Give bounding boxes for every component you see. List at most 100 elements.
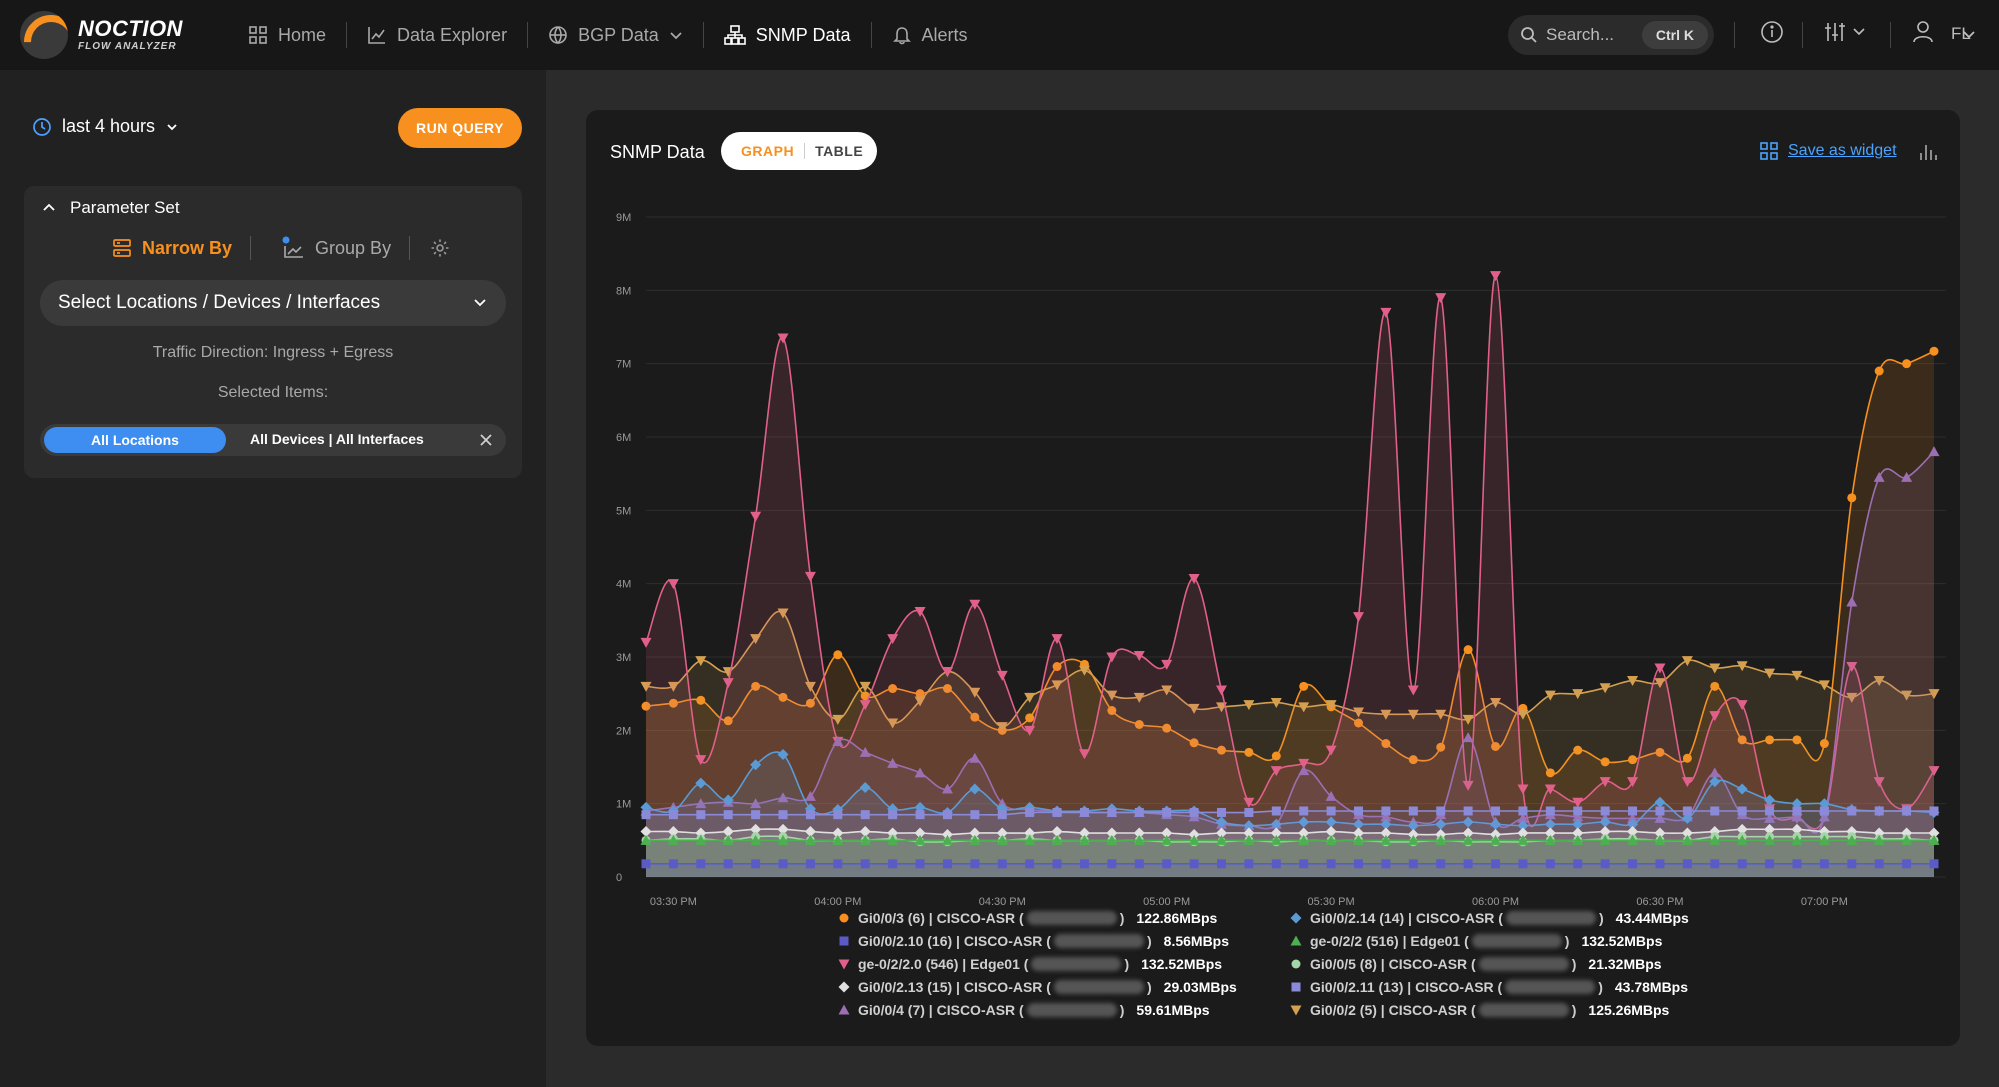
brand-logo[interactable]: NOCTION FLOW ANALYZER	[20, 11, 183, 59]
data-point[interactable]	[1052, 859, 1062, 869]
gear-icon[interactable]	[430, 238, 450, 258]
data-point[interactable]	[1216, 807, 1226, 817]
save-as-widget-link[interactable]: Save as widget	[1760, 142, 1897, 160]
data-point[interactable]	[1162, 859, 1172, 869]
data-point[interactable]	[696, 859, 706, 869]
data-point[interactable]	[1792, 806, 1802, 816]
data-point[interactable]	[1326, 859, 1336, 869]
legend-item[interactable]: ge-0/2/2 (516) | Edge01 () 132.52MBps	[1288, 933, 1662, 949]
tab-table[interactable]: TABLE	[815, 143, 863, 159]
nav-home[interactable]: Home	[228, 0, 346, 70]
data-point[interactable]	[1216, 859, 1226, 869]
data-point[interactable]	[1600, 859, 1610, 869]
data-point[interactable]	[1107, 859, 1117, 869]
data-point[interactable]	[805, 810, 815, 820]
data-point[interactable]	[1600, 806, 1610, 816]
data-point[interactable]	[1299, 806, 1309, 816]
narrow-by-tab[interactable]: Narrow By	[112, 238, 232, 259]
data-point[interactable]	[833, 650, 843, 660]
run-query-button[interactable]: RUN QUERY	[398, 108, 522, 148]
legend-item[interactable]: Gi0/0/2.14 (14) | CISCO-ASR () 43.44MBps	[1288, 910, 1689, 926]
data-point[interactable]	[888, 859, 898, 869]
data-point[interactable]	[942, 859, 952, 869]
data-point[interactable]	[1271, 859, 1281, 869]
data-point[interactable]	[1902, 806, 1912, 816]
data-point[interactable]	[1847, 859, 1857, 869]
data-point[interactable]	[1381, 859, 1391, 869]
legend-marker-shape[interactable]	[1290, 1005, 1302, 1016]
search-input[interactable]: Search... Ctrl K	[1508, 15, 1714, 55]
data-point[interactable]	[1463, 859, 1473, 869]
data-point[interactable]	[1381, 806, 1391, 816]
data-point[interactable]	[1902, 359, 1912, 369]
legend-item[interactable]: ge-0/2/2.0 (546) | Edge01 () 132.52MBps	[836, 956, 1222, 972]
data-point[interactable]	[778, 859, 788, 869]
parameter-set-toggle[interactable]: Parameter Set	[42, 198, 180, 218]
data-point[interactable]	[1518, 806, 1528, 816]
bar-chart-icon[interactable]	[1918, 142, 1938, 162]
data-point[interactable]	[1436, 806, 1446, 816]
data-point[interactable]	[1052, 807, 1062, 817]
legend-item[interactable]: Gi0/0/2 (5) | CISCO-ASR () 125.26MBps	[1288, 1002, 1669, 1018]
data-point[interactable]	[1244, 859, 1254, 869]
data-point[interactable]	[1737, 806, 1747, 816]
data-point[interactable]	[970, 859, 980, 869]
data-point[interactable]	[1710, 806, 1720, 816]
group-by-tab[interactable]: Group By	[281, 236, 391, 260]
data-point[interactable]	[1847, 493, 1857, 503]
data-point[interactable]	[696, 810, 706, 820]
data-point[interactable]	[1819, 806, 1829, 816]
data-point[interactable]	[1107, 807, 1117, 817]
location-device-interface-select[interactable]: Select Locations / Devices / Interfaces	[40, 280, 506, 326]
legend-marker-shape[interactable]	[838, 959, 850, 970]
data-point[interactable]	[1628, 859, 1638, 869]
data-point[interactable]	[751, 859, 761, 869]
data-point[interactable]	[1874, 859, 1884, 869]
data-point[interactable]	[915, 859, 925, 869]
data-point[interactable]	[1299, 681, 1309, 691]
data-point[interactable]	[1408, 806, 1418, 816]
data-point[interactable]	[1271, 806, 1281, 816]
data-point[interactable]	[1134, 859, 1144, 869]
legend-item[interactable]: Gi0/0/2.10 (16) | CISCO-ASR () 8.56MBps	[836, 933, 1229, 949]
data-point[interactable]	[1765, 859, 1775, 869]
nav-bgp-data[interactable]: BGP Data	[528, 0, 703, 70]
data-point[interactable]	[997, 859, 1007, 869]
legend-marker-shape[interactable]	[1290, 912, 1302, 924]
data-point[interactable]	[1518, 859, 1528, 869]
data-point[interactable]	[1929, 806, 1939, 816]
data-point[interactable]	[1463, 645, 1473, 655]
data-point[interactable]	[1874, 806, 1884, 816]
data-point[interactable]	[1326, 806, 1336, 816]
legend-item[interactable]: Gi0/0/4 (7) | CISCO-ASR () 59.61MBps	[836, 1002, 1210, 1018]
data-point[interactable]	[1189, 859, 1199, 869]
close-icon[interactable]	[478, 432, 494, 448]
nav-data-explorer[interactable]: Data Explorer	[347, 0, 527, 70]
legend-marker-shape[interactable]	[1291, 959, 1301, 969]
legend-item[interactable]: Gi0/0/2.13 (15) | CISCO-ASR () 29.03MBps	[836, 979, 1237, 995]
data-point[interactable]	[1025, 859, 1035, 869]
data-point[interactable]	[1189, 807, 1199, 817]
data-point[interactable]	[1079, 859, 1089, 869]
data-point[interactable]	[1682, 806, 1692, 816]
legend-marker-shape[interactable]	[1291, 982, 1301, 992]
data-point[interactable]	[723, 810, 733, 820]
data-point[interactable]	[1682, 859, 1692, 869]
settings-dropdown-button[interactable]	[1824, 20, 1868, 49]
data-point[interactable]	[860, 810, 870, 820]
data-point[interactable]	[1380, 307, 1392, 318]
data-point[interactable]	[860, 859, 870, 869]
data-point[interactable]	[641, 859, 651, 869]
data-point[interactable]	[1435, 293, 1447, 304]
data-point[interactable]	[1819, 859, 1829, 869]
data-point[interactable]	[1299, 859, 1309, 869]
info-button[interactable]	[1760, 20, 1784, 49]
legend-marker-shape[interactable]	[839, 936, 849, 946]
data-point[interactable]	[1792, 859, 1802, 869]
data-point[interactable]	[1847, 806, 1857, 816]
data-point[interactable]	[1655, 859, 1665, 869]
data-point[interactable]	[1162, 807, 1172, 817]
data-point[interactable]	[942, 810, 952, 820]
data-point[interactable]	[641, 810, 651, 820]
data-point[interactable]	[1079, 807, 1089, 817]
